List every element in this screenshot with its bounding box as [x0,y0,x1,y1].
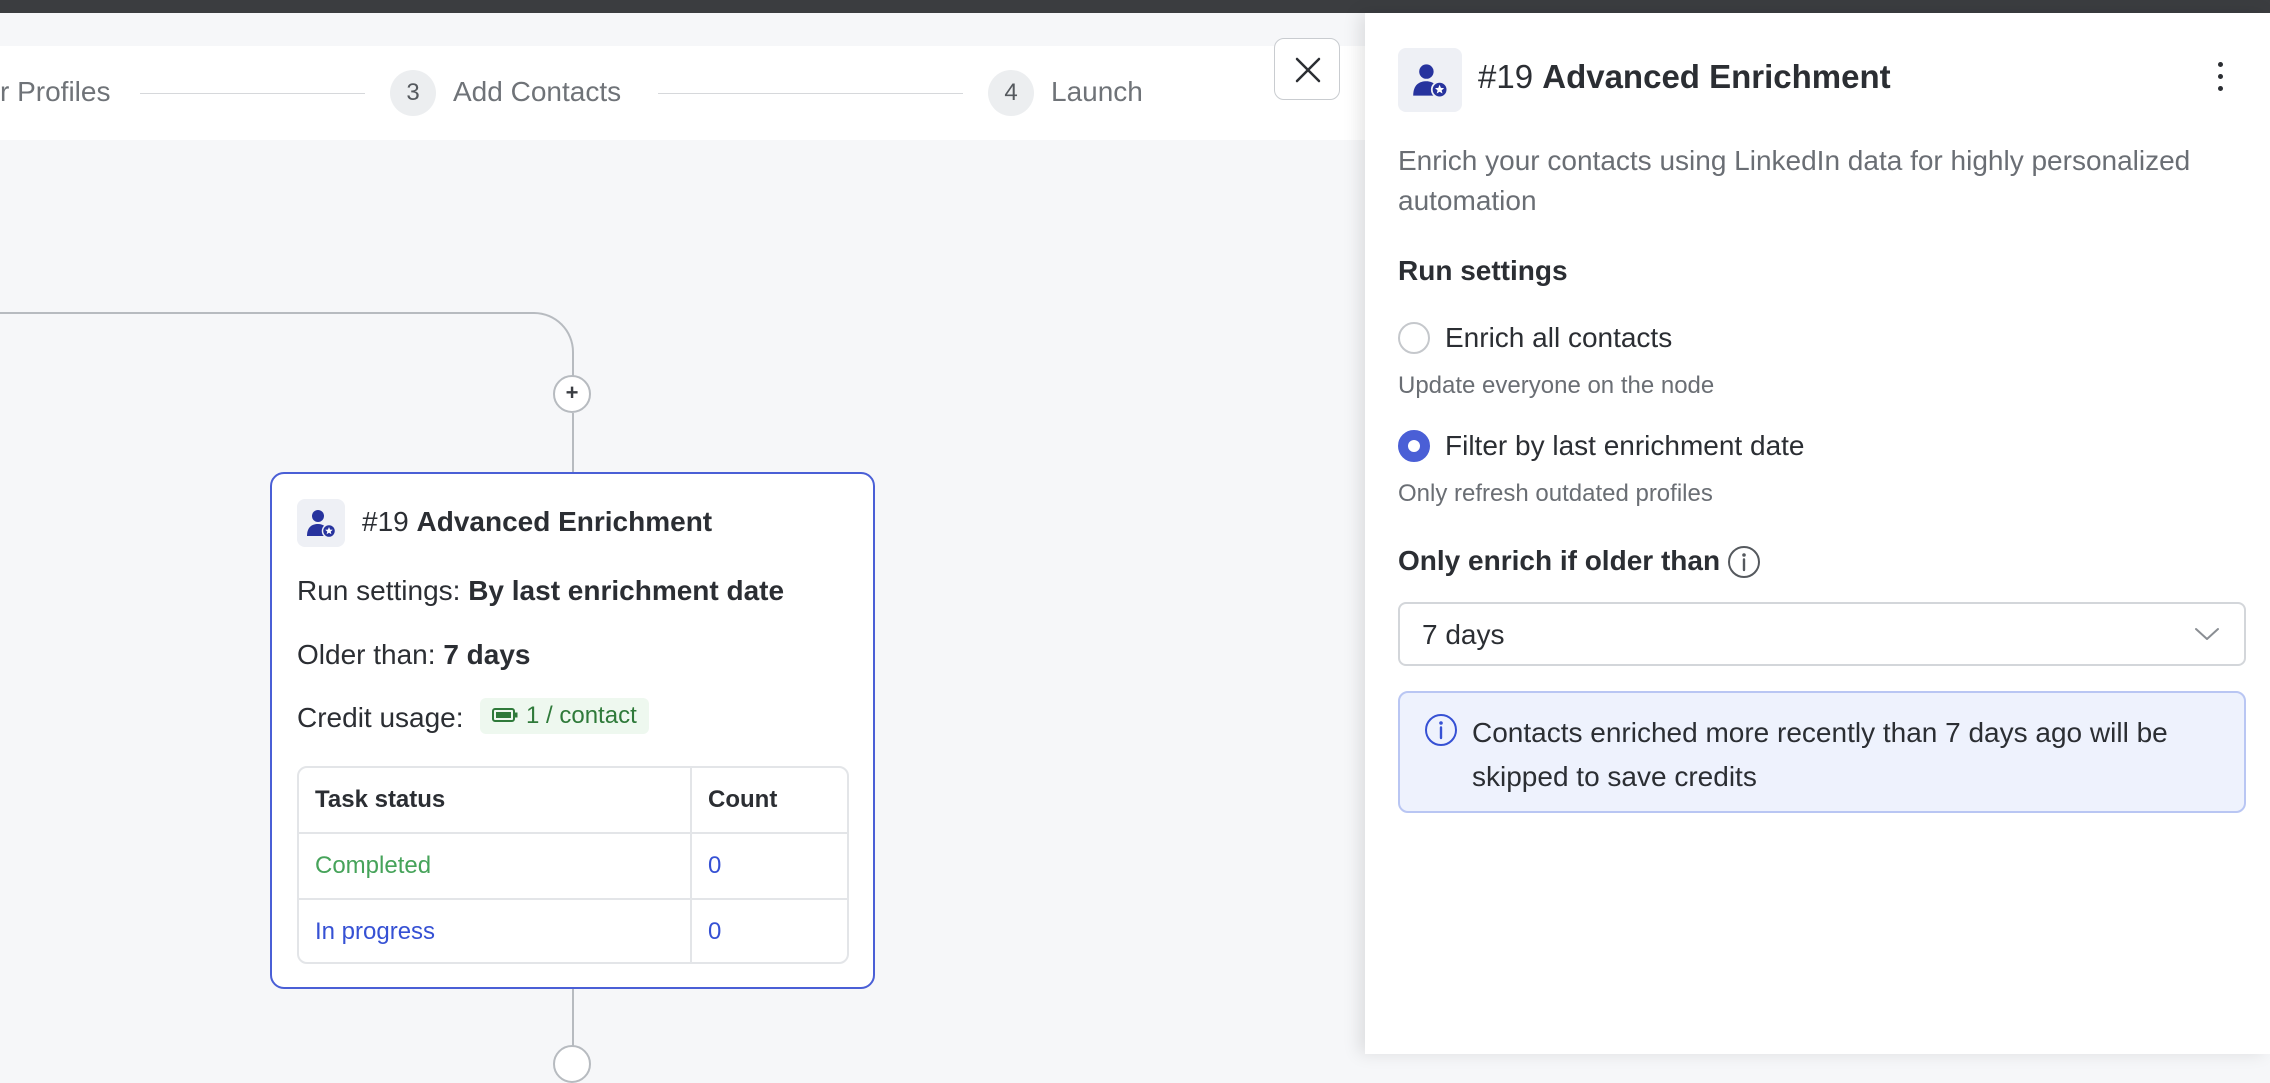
table-row: Completed 0 [299,834,847,900]
table-header-row: Task status Count [299,768,847,834]
window-top-bar [0,0,2270,13]
panel-title: #19 Advanced Enrichment [1478,55,1891,99]
run-settings-value: By last enrichment date [468,575,785,606]
user-star-icon [307,510,336,538]
node-credit-usage: Credit usage: [297,700,464,736]
flow-connector-line [572,413,574,474]
credit-usage-badge: 1 / contact [480,698,649,734]
run-settings-heading: Run settings [1398,255,1568,286]
kebab-menu-icon[interactable] [2205,57,2235,97]
older-than-select-value: 7 days [1422,619,1505,650]
table-row: In progress 0 [299,900,847,962]
node-icon-box [297,499,345,547]
panel-icon-box [1398,48,1462,112]
close-button[interactable] [1274,38,1340,100]
panel-title-name: Advanced Enrichment [1542,58,1891,95]
radio-enrich-all-label[interactable]: Enrich all contacts [1445,320,1672,356]
node-title: #19 Advanced Enrichment [362,504,712,540]
run-settings-label: Run settings: [297,575,461,606]
radio-filter-by-date[interactable] [1398,430,1430,462]
add-node-button[interactable]: + [553,375,591,413]
node-run-settings: Run settings: By last enrichment date [297,573,784,609]
header-count: Count [708,786,778,813]
step-number-3[interactable]: 3 [390,70,436,116]
info-notice: Contacts enriched more recently than 7 d… [1398,691,2246,813]
count-completed[interactable]: 0 [708,834,721,898]
battery-icon [492,707,518,722]
radio-enrich-all[interactable] [1398,322,1430,354]
radio-filter-by-date-help: Only refresh outdated profiles [1398,480,1713,507]
radio-enrich-all-help: Update everyone on the node [1398,372,1715,399]
step-label-profiles[interactable]: r Profiles [0,74,110,110]
status-in-progress[interactable]: In progress [315,900,435,962]
chevron-down-icon [2195,628,2219,640]
step-label-launch[interactable]: Launch [1051,74,1143,110]
wizard-stepper: r Profiles 3 Add Contacts 4 Launch [0,46,1365,140]
count-in-progress[interactable]: 0 [708,900,721,962]
next-node-handle[interactable] [553,1045,591,1083]
flow-connector-line [572,989,574,1047]
enrichment-node-card[interactable]: #19 Advanced Enrichment Run settings: By… [270,472,875,989]
header-task-status: Task status [315,786,446,813]
task-status-table: Task status Count Completed 0 In progres… [297,766,849,964]
older-than-label: Older than: [297,639,436,670]
node-older-than: Older than: 7 days [297,637,530,673]
older-than-select[interactable]: 7 days [1398,602,2246,666]
node-title-name: Advanced Enrichment [416,506,713,537]
info-icon [1425,714,1457,746]
panel-description: Enrich your contacts using LinkedIn data… [1398,145,2191,216]
flow-connector-curve [0,312,574,372]
credit-usage-label: Credit usage: [297,702,464,733]
status-completed[interactable]: Completed [315,834,431,898]
node-title-number: #19 [362,506,409,537]
step-number-4[interactable]: 4 [988,70,1034,116]
close-icon [1295,57,1321,83]
older-than-field-label: Only enrich if older than [1398,545,1721,576]
radio-filter-by-date-label[interactable]: Filter by last enrichment date [1445,428,1805,464]
step-connector [140,93,365,94]
node-settings-panel: #19 Advanced Enrichment Enrich your cont… [1365,13,2270,1054]
user-star-icon [1413,64,1448,98]
step-connector [658,93,963,94]
info-notice-text: Contacts enriched more recently than 7 d… [1472,717,2168,792]
info-icon[interactable] [1727,545,1761,579]
older-than-value: 7 days [443,639,531,670]
step-label-add-contacts[interactable]: Add Contacts [453,74,621,110]
panel-title-number: #19 [1478,58,1534,95]
credit-usage-value: 1 / contact [526,702,637,729]
